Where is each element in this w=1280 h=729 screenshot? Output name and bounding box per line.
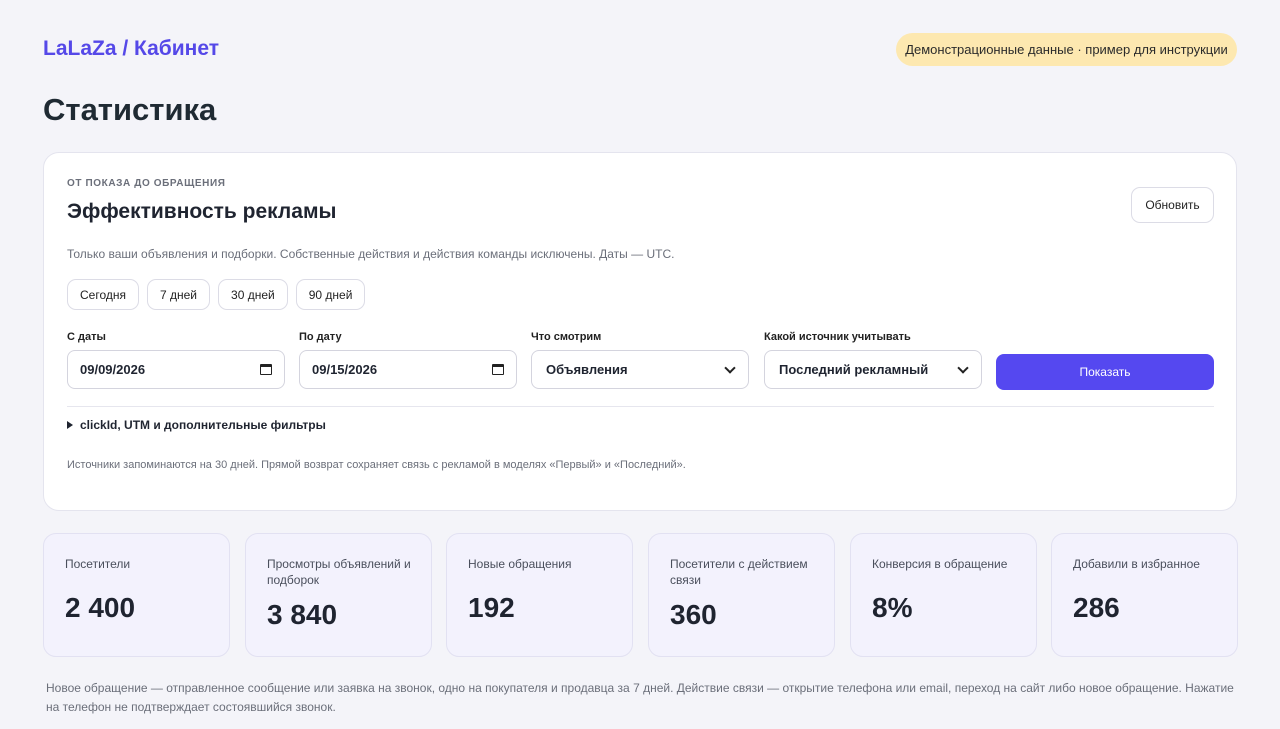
card-title: Эффективность рекламы — [67, 200, 337, 223]
date-from-label: С даты — [67, 331, 106, 343]
date-to-label: По дату — [299, 331, 342, 343]
what-select-value: Объявления — [546, 362, 628, 377]
chevron-down-icon — [957, 361, 969, 374]
metric-value: 360 — [670, 599, 717, 630]
advanced-filters-toggle[interactable]: clickId, UTM и дополнительные фильтры — [67, 418, 326, 432]
metric-card: Просмотры объявлений и подборок 3 840 — [245, 533, 432, 657]
page-title: Статистика — [43, 92, 217, 127]
metric-card: Добавили в избранное 286 — [1051, 533, 1238, 657]
metric-value: 3 840 — [267, 599, 338, 630]
demo-data-badge: Демонстрационные данные · пример для инс… — [896, 33, 1237, 66]
metric-card: Посетители с действием связи 360 — [648, 533, 835, 657]
metric-label: Просмотры объявлений и подборок — [267, 557, 411, 587]
calendar-icon[interactable] — [492, 364, 504, 375]
date-to-value: 09/15/2026 — [312, 362, 378, 377]
source-select-label: Какой источник учитывать — [764, 331, 911, 343]
disclosure-triangle-icon — [67, 421, 73, 429]
preset-30-days-button[interactable]: 30 дней — [218, 279, 288, 310]
metric-label: Конверсия в обращение — [872, 557, 1008, 571]
preset-today-button[interactable]: Сегодня — [67, 279, 139, 310]
logo[interactable]: LaLaZa / Кабинет — [43, 37, 219, 61]
preset-7-days-button[interactable]: 7 дней — [147, 279, 211, 310]
chevron-down-icon — [724, 361, 736, 374]
metric-value: 286 — [1073, 592, 1120, 623]
metric-label: Посетители — [65, 557, 131, 571]
metric-label: Новые обращения — [468, 557, 572, 571]
ad-efficiency-card: ОТ ПОКАЗА ДО ОБРАЩЕНИЯ Эффективность рек… — [43, 152, 1237, 511]
metric-value: 8% — [872, 592, 913, 623]
refresh-button[interactable]: Обновить — [1131, 187, 1214, 223]
source-select[interactable]: Последний рекламный — [764, 350, 982, 389]
metric-label: Добавили в избранное — [1073, 557, 1200, 571]
what-select-label: Что смотрим — [531, 331, 602, 343]
calendar-icon[interactable] — [260, 364, 272, 375]
metric-value: 2 400 — [65, 592, 136, 623]
source-select-value: Последний рекламный — [779, 362, 929, 377]
metric-card: Посетители 2 400 — [43, 533, 230, 657]
metric-card: Новые обращения 192 — [446, 533, 633, 657]
what-select[interactable]: Объявления — [531, 350, 749, 389]
footer-note: Новое обращение — отправленное сообщение… — [46, 681, 1234, 714]
card-hint: Только ваши объявления и подборки. Собст… — [67, 247, 675, 261]
metric-label: Посетители с действием связи — [670, 557, 808, 587]
metric-card: Конверсия в обращение 8% — [850, 533, 1037, 657]
advanced-filters-label: clickId, UTM и дополнительные фильтры — [80, 418, 326, 432]
date-from-input[interactable]: 09/09/2026 — [67, 350, 285, 389]
preset-90-days-button[interactable]: 90 дней — [295, 279, 366, 310]
date-from-value: 09/09/2026 — [80, 362, 146, 377]
card-eyebrow: ОТ ПОКАЗА ДО ОБРАЩЕНИЯ — [67, 178, 226, 189]
date-presets: Сегодня 7 дней 30 дней 90 дней — [67, 279, 366, 310]
date-to-input[interactable]: 09/15/2026 — [299, 350, 517, 389]
show-button[interactable]: Показать — [996, 354, 1214, 390]
divider — [67, 406, 1214, 407]
attribution-note: Источники запоминаются на 30 дней. Прямо… — [67, 459, 686, 471]
metric-value: 192 — [468, 592, 515, 623]
